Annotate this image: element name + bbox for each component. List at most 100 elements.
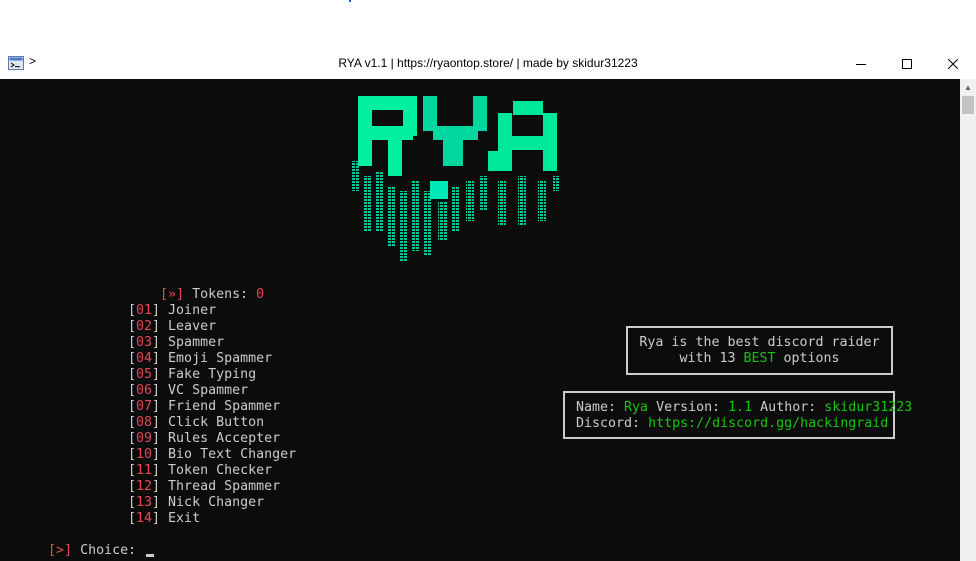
menu-option-label: Fake Typing [168,367,257,382]
menu-option-label: Friend Spammer [168,399,281,414]
info-box: Rya is the best discord raider with 13 B… [626,326,893,375]
menu-option-label: Nick Changer [168,495,265,510]
menu-option-label: Emoji Spammer [168,351,273,366]
menu-option-number: 09 [136,431,153,446]
menu-bracket-open: [ [128,319,137,334]
close-button[interactable] [930,48,976,79]
desktop-artifact [349,0,351,2]
menu-bracket-open: [ [128,431,137,446]
logo-letter-a [488,101,557,171]
menu-option[interactable]: [10] Bio Text Changer [128,447,296,463]
menu-bracket-close: ] [152,335,169,350]
menu-option-number: 02 [136,319,153,334]
menu-bracket-close: ] [152,383,169,398]
menu-bracket-open: [ [128,463,137,478]
menu-option[interactable]: [07] Friend Spammer [128,399,280,415]
menu-bracket-close: ] [152,367,169,382]
details-line-2: Discord: https://discord.gg/hackingraid [576,416,889,431]
menu-option[interactable]: [02] Leaver [128,319,216,335]
menu-bracket-close: ] [152,399,169,414]
menu-option[interactable]: [08] Click Button [128,415,264,431]
menu-bracket-open: [ [128,479,137,494]
maximize-icon [902,58,912,69]
minimize-icon [856,63,866,65]
prompt-arrow: > [56,543,65,558]
menu-option-label: Bio Text Changer [168,447,297,462]
menu-bracket-close: ] [152,319,169,334]
menu-option-label: Joiner [168,303,217,318]
menu-option-label: Thread Spammer [168,479,281,494]
menu-option-number: 04 [136,351,153,366]
logo-letter-y [423,96,487,199]
menu-bracket-open: [ [128,303,137,318]
menu-bracket-open: [ [128,351,137,366]
choice-prompt[interactable]: [>] Choice: [16,527,155,561]
scroll-up-arrow-icon[interactable]: ▲ [960,79,976,95]
scrollbar-thumb[interactable] [962,96,974,114]
menu-bracket-close: ] [152,447,169,462]
details-discord-link[interactable]: https://discord.gg/hackingraid [648,416,888,431]
menu-option[interactable]: [05] Fake Typing [128,367,256,383]
prompt-label: Choice: [72,543,145,558]
menu-option-number: 08 [136,415,153,430]
details-line-1: Name: Rya Version: 1.1 Author: skidur312… [576,400,913,415]
menu-option[interactable]: [12] Thread Spammer [128,479,280,495]
menu-bracket-open: [ [128,511,137,526]
text-cursor [146,554,155,557]
menu-option[interactable]: [11] Token Checker [128,463,272,479]
maximize-button[interactable] [884,48,930,79]
menu-option[interactable]: [14] Exit [128,511,200,527]
window-title: RYA v1.1 | https://ryaontop.store/ | mad… [338,56,638,70]
menu-option[interactable]: [06] VC Spammer [128,383,248,399]
tokens-arrow: » [168,287,177,302]
prompt-bracket-open: [ [48,543,57,558]
menu-bracket-close: ] [152,431,169,446]
info-line-1: Rya is the best discord raider [639,335,880,350]
menu-bracket-open: [ [128,335,137,350]
menu-option-number: 06 [136,383,153,398]
menu-option[interactable]: [04] Emoji Spammer [128,351,272,367]
menu-bracket-open: [ [128,447,137,462]
menu-bracket-open: [ [128,383,137,398]
vertical-scrollbar[interactable]: ▲ [960,79,976,561]
menu-bracket-close: ] [152,351,169,366]
window-titlebar[interactable]: > RYA v1.1 | https://ryaontop.store/ | m… [0,48,976,79]
menu-option-label: Spammer [168,335,225,350]
rya-ascii-logo [352,96,559,261]
menu-option-number: 14 [136,511,153,526]
menu-option-number: 13 [136,495,153,510]
menu-option-number: 05 [136,367,153,382]
tokens-bracket-open: [ [160,287,169,302]
menu-option-number: 12 [136,479,153,494]
menu-option-label: VC Spammer [168,383,249,398]
menu-bracket-open: [ [128,367,137,382]
menu-option[interactable]: [09] Rules Accepter [128,431,280,447]
menu-option-number: 03 [136,335,153,350]
tokens-label: Tokens: [184,287,257,302]
desktop-area [0,0,976,48]
menu-option[interactable]: [03] Spammer [128,335,224,351]
menu-bracket-close: ] [152,303,169,318]
menu-option-label: Rules Accepter [168,431,281,446]
menu-bracket-close: ] [152,495,169,510]
info-line-2: with 13 BEST options [679,351,840,366]
details-author: skidur31223 [824,400,913,415]
details-version: 1.1 [728,400,753,415]
minimize-button[interactable] [838,48,884,79]
info-highlight: BEST [743,351,776,366]
menu-bracket-close: ] [152,463,169,478]
menu-bracket-open: [ [128,415,137,430]
menu-option-number: 11 [136,463,153,478]
menu-option[interactable]: [01] Joiner [128,303,216,319]
menu-option-label: Exit [168,511,201,526]
menu-bracket-close: ] [152,415,169,430]
terminal-output[interactable]: [»] Tokens: 0 [01] Joiner [02] Leaver [03]… [0,79,960,561]
menu-option-number: 07 [136,399,153,414]
menu-option[interactable]: [13] Nick Changer [128,495,264,511]
menu-bracket-open: [ [128,495,137,510]
menu-bracket-close: ] [152,511,169,526]
tokens-bracket-close: ] [176,287,185,302]
menu-bracket-open: [ [128,399,137,414]
logo-letter-r [358,96,417,176]
menu-bracket-close: ] [152,479,169,494]
